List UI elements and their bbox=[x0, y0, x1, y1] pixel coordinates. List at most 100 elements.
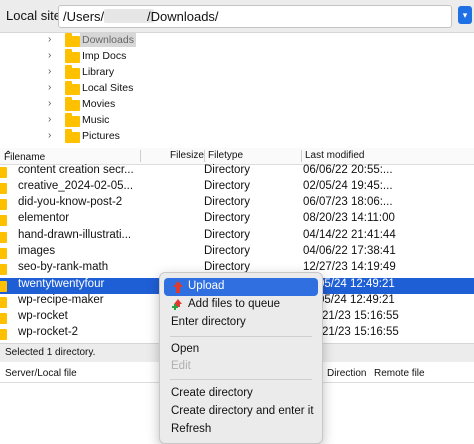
menu-item-add-files-to-queue[interactable]: Add files to queue bbox=[164, 296, 318, 314]
folder-icon bbox=[0, 215, 7, 226]
file-modified: 04/14/22 21:41:44 bbox=[303, 229, 396, 241]
file-name: creative_2024-02-05... bbox=[18, 180, 134, 192]
menu-item-label: Create directory bbox=[171, 387, 253, 399]
column-divider[interactable] bbox=[140, 150, 141, 162]
chevron-right-icon[interactable]: › bbox=[48, 34, 58, 45]
menu-item-refresh[interactable]: Refresh bbox=[164, 421, 318, 439]
add-to-queue-icon bbox=[172, 299, 182, 310]
column-divider[interactable] bbox=[204, 150, 205, 162]
context-menu: Upload Add files to queue Enter director… bbox=[159, 272, 323, 444]
menu-item-label: Create directory and enter it bbox=[171, 405, 314, 417]
file-modified: 05/24 12:49:21 bbox=[318, 294, 395, 306]
file-list-header: Filename ⌃ Filesize Filetype Last modifi… bbox=[0, 148, 474, 165]
menu-item-create-directory[interactable]: Create directory bbox=[164, 385, 318, 403]
file-name: images bbox=[18, 245, 56, 257]
column-filename[interactable]: Filename ⌃ bbox=[4, 150, 45, 163]
local-directory-tree: › Downloads › Imp Docs › Library › Local… bbox=[0, 33, 474, 146]
file-row[interactable]: elementor Directory 08/20/23 14:11:00 bbox=[0, 212, 474, 228]
menu-item-enter-directory[interactable]: Enter directory bbox=[164, 314, 318, 332]
column-filetype[interactable]: Filetype bbox=[208, 150, 243, 161]
file-name: twentytwentyfour bbox=[18, 278, 105, 290]
tree-item-label: Local Sites bbox=[82, 82, 134, 94]
local-site-label: Local site: bbox=[6, 8, 65, 23]
folder-icon bbox=[65, 81, 80, 95]
file-modified: 05/24 12:49:21 bbox=[318, 278, 395, 290]
folder-icon bbox=[0, 167, 7, 178]
selection-status-text: Selected 1 directory. bbox=[5, 347, 96, 358]
column-remote-file[interactable]: Remote file bbox=[374, 368, 425, 379]
file-name: did-you-know-post-2 bbox=[18, 196, 123, 208]
column-filesize[interactable]: Filesize bbox=[170, 150, 204, 161]
menu-item-edit: Edit bbox=[164, 358, 318, 376]
folder-icon bbox=[0, 232, 7, 243]
file-row[interactable]: images Directory 04/06/22 17:38:41 bbox=[0, 245, 474, 261]
folder-icon bbox=[65, 113, 80, 127]
file-row[interactable]: hand-drawn-illustrati... Directory 04/14… bbox=[0, 229, 474, 245]
chevron-right-icon[interactable]: › bbox=[48, 98, 58, 109]
chevron-right-icon[interactable]: › bbox=[48, 114, 58, 125]
tree-item-label: Music bbox=[82, 114, 110, 126]
file-modified: 21/23 15:16:55 bbox=[322, 326, 399, 338]
local-site-bar: Local site: /Users/ /Downloads/ ▾ bbox=[0, 0, 474, 33]
chevron-right-icon[interactable]: › bbox=[48, 66, 58, 77]
folder-icon bbox=[0, 248, 7, 259]
upload-arrow-icon bbox=[173, 281, 183, 293]
folder-icon bbox=[65, 129, 80, 143]
file-row[interactable]: content creation secr... Directory 06/06… bbox=[0, 164, 474, 180]
folder-icon bbox=[0, 199, 7, 210]
menu-item-label: Enter directory bbox=[171, 316, 246, 328]
folder-icon bbox=[0, 313, 7, 324]
file-name: wp-rocket-2 bbox=[18, 326, 79, 338]
file-modified: 08/20/23 14:11:00 bbox=[303, 212, 395, 224]
folder-icon bbox=[0, 297, 7, 308]
file-row[interactable]: did-you-know-post-2 Directory 06/07/23 1… bbox=[0, 196, 474, 212]
folder-icon bbox=[0, 183, 7, 194]
file-name: wp-rocket bbox=[18, 310, 68, 322]
column-server-local-file[interactable]: Server/Local file bbox=[5, 368, 77, 379]
file-type: Directory bbox=[204, 229, 251, 241]
local-site-path-input[interactable]: /Users/ /Downloads/ bbox=[58, 5, 452, 28]
folder-icon bbox=[65, 97, 80, 111]
tree-item-label: Library bbox=[82, 66, 115, 78]
file-name: content creation secr... bbox=[18, 164, 134, 176]
chevron-right-icon[interactable]: › bbox=[48, 82, 58, 93]
tree-item-label: Pictures bbox=[82, 130, 120, 142]
menu-separator bbox=[170, 336, 312, 337]
path-suffix: /Downloads/ bbox=[147, 9, 219, 24]
file-name: seo-by-rank-math bbox=[18, 261, 109, 273]
chevron-down-icon: ▾ bbox=[462, 10, 468, 20]
folder-icon bbox=[65, 49, 80, 63]
file-modified: 21/23 15:16:55 bbox=[322, 310, 399, 322]
file-name: elementor bbox=[18, 212, 70, 224]
chevron-right-icon[interactable]: › bbox=[48, 50, 58, 61]
file-modified: 02/05/24 19:45:... bbox=[303, 180, 393, 192]
menu-item-label: Add files to queue bbox=[188, 298, 281, 310]
column-last-modified[interactable]: Last modified bbox=[305, 150, 364, 161]
menu-item-label: Refresh bbox=[171, 423, 212, 435]
folder-icon bbox=[0, 329, 7, 340]
file-row[interactable]: creative_2024-02-05... Directory 02/05/2… bbox=[0, 180, 474, 196]
file-name: wp-recipe-maker bbox=[18, 294, 104, 306]
file-modified: 06/07/23 18:06:... bbox=[303, 196, 393, 208]
tree-item-label: Movies bbox=[82, 98, 116, 110]
folder-icon bbox=[65, 65, 80, 79]
menu-item-label: Edit bbox=[171, 360, 191, 372]
column-filename-label: Filename bbox=[4, 152, 46, 163]
folder-icon bbox=[65, 33, 80, 47]
file-modified: 06/06/22 20:55:... bbox=[303, 164, 393, 176]
tree-item-label: Imp Docs bbox=[82, 50, 127, 62]
menu-item-label: Upload bbox=[188, 280, 225, 292]
folder-icon bbox=[0, 281, 7, 292]
chevron-right-icon[interactable]: › bbox=[48, 130, 58, 141]
path-prefix: /Users/ bbox=[63, 9, 105, 24]
menu-separator bbox=[170, 379, 312, 380]
menu-item-open[interactable]: Open bbox=[164, 341, 318, 359]
file-type: Directory bbox=[204, 180, 251, 192]
path-dropdown-button[interactable]: ▾ bbox=[458, 6, 472, 24]
file-type: Directory bbox=[204, 245, 251, 257]
column-divider[interactable] bbox=[301, 150, 302, 162]
column-direction[interactable]: Direction bbox=[327, 368, 366, 379]
menu-item-upload[interactable]: Upload bbox=[164, 278, 318, 296]
tree-item-label: Downloads bbox=[80, 33, 136, 47]
menu-item-create-directory-and-enter[interactable]: Create directory and enter it bbox=[164, 403, 318, 421]
